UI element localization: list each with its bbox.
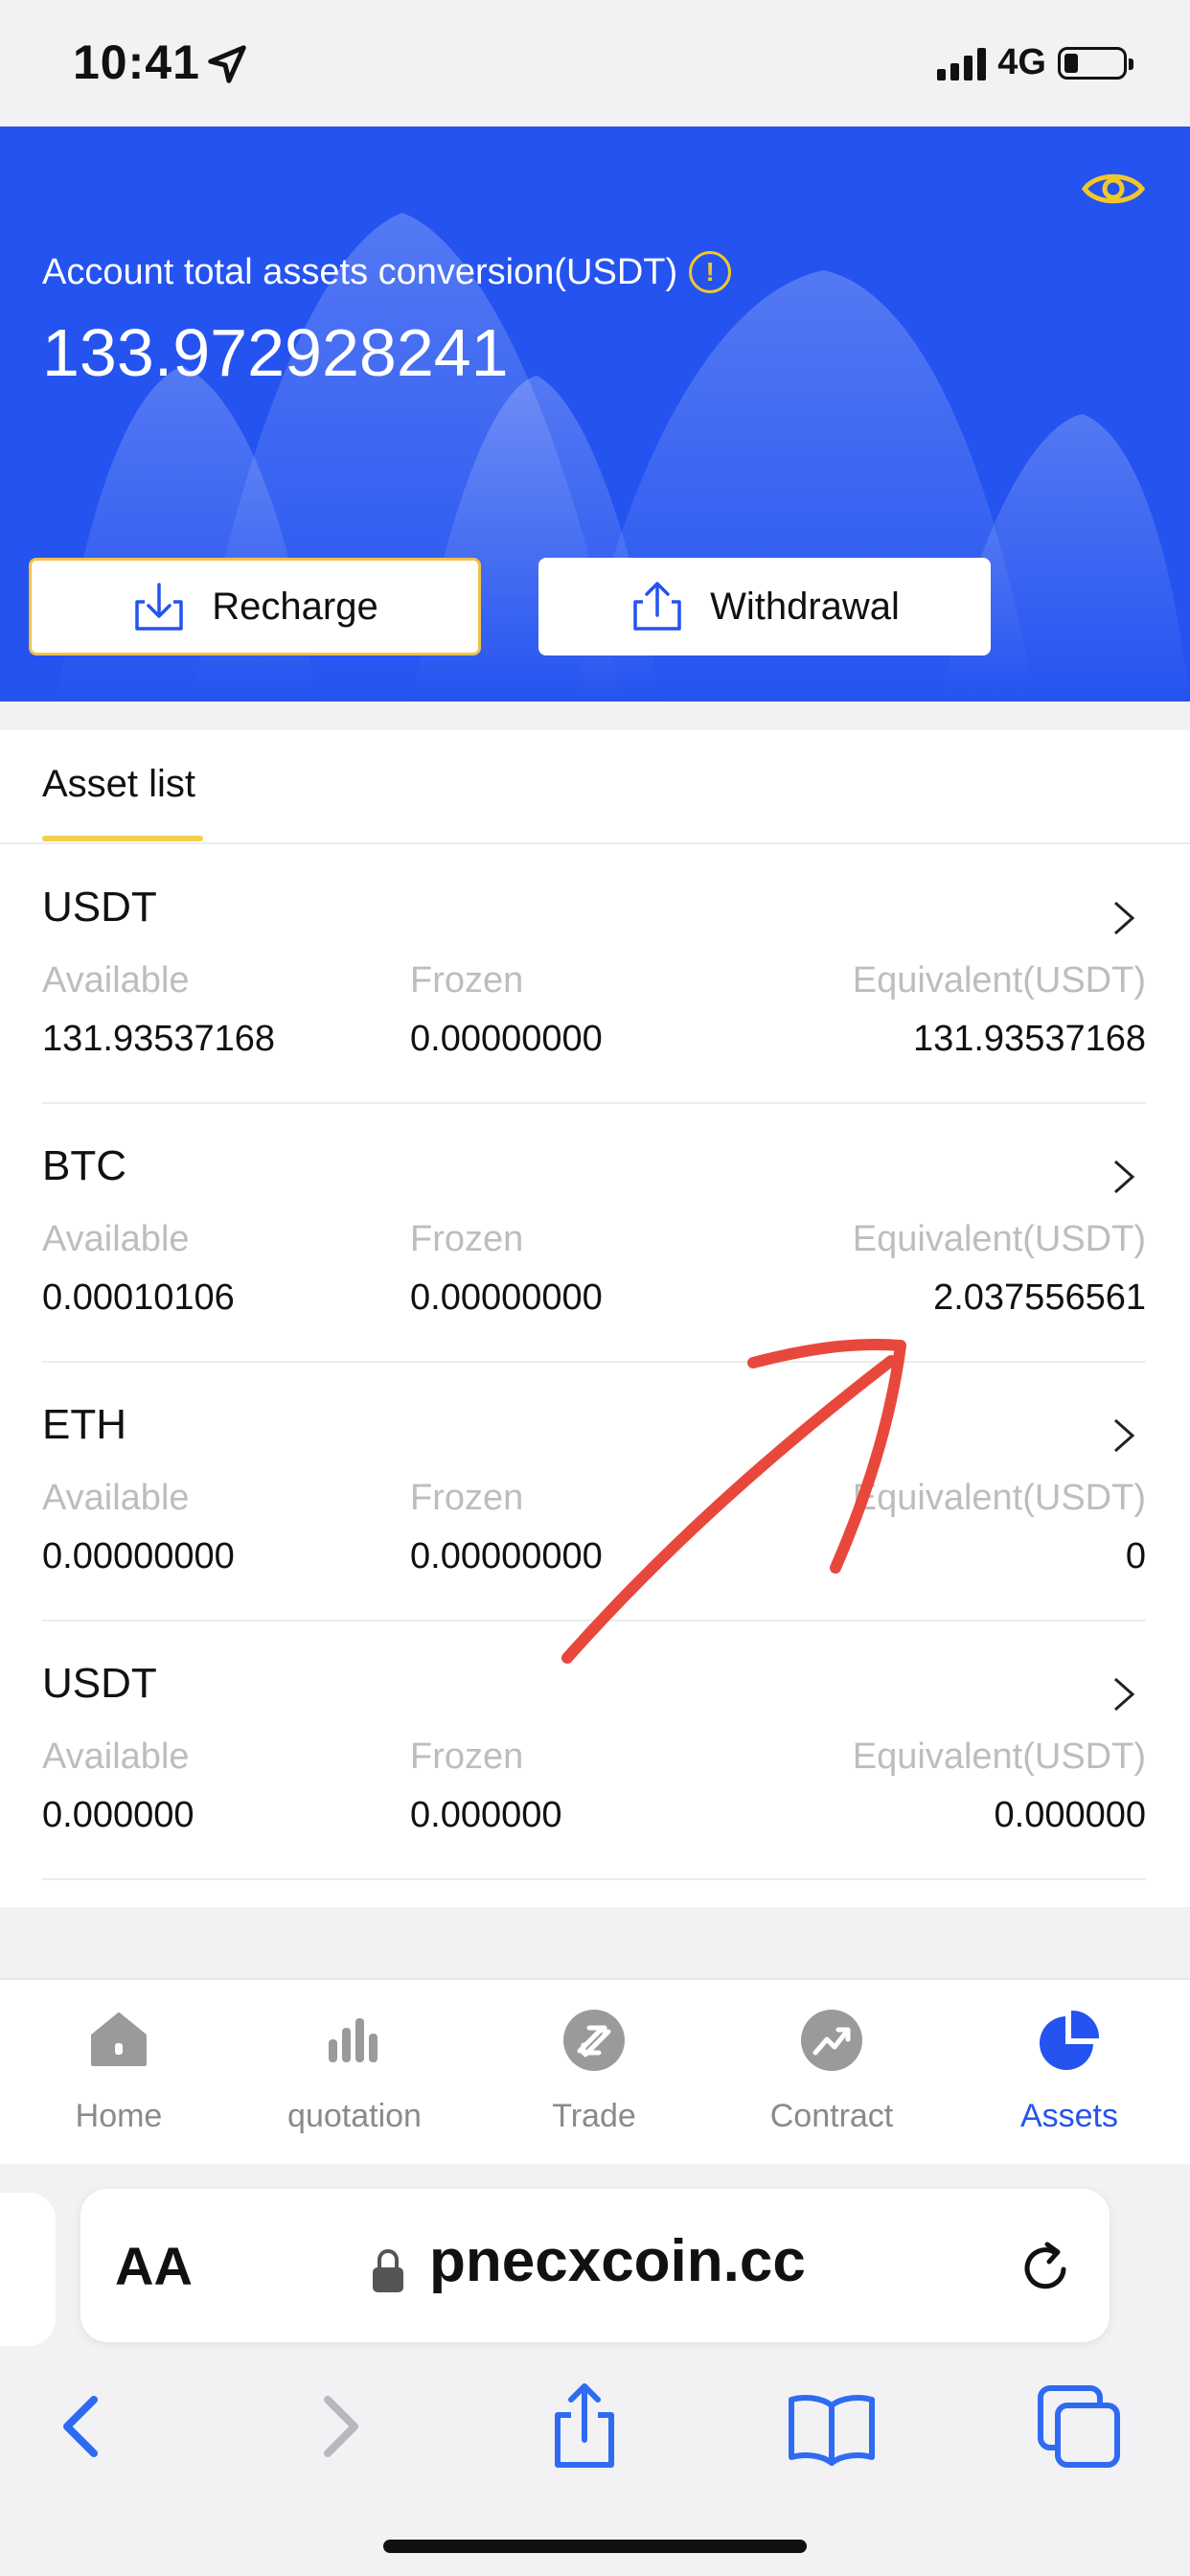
frozen-value: 0.00000000 (410, 1277, 603, 1318)
asset-name: ETH (42, 1401, 126, 1448)
tab-quotation[interactable]: quotation (259, 2007, 450, 2135)
chevron-right-icon (1114, 1160, 1135, 1194)
available-label: Available (42, 960, 190, 1000)
forward-icon[interactable] (293, 2380, 385, 2472)
status-bar: 10:41 4G (0, 0, 1190, 126)
tab-contract-label: Contract (769, 2098, 894, 2134)
tab-trade-label: Trade (552, 2098, 636, 2134)
equivalent-value: 131.93537168 (912, 1019, 1146, 1059)
contract-icon (801, 2010, 862, 2071)
available-label: Available (42, 1219, 190, 1259)
assets-header: Account total assets conversion(USDT) ! … (0, 126, 1190, 702)
pie-chart-icon (1040, 2010, 1100, 2070)
network-type: 4G (997, 42, 1046, 82)
browser-chrome: AA pnecxcoin.cc (0, 2164, 1190, 2576)
available-value: 131.93537168 (42, 1019, 276, 1059)
withdrawal-button[interactable]: Withdrawal (538, 558, 991, 656)
chevron-right-icon (1114, 1418, 1135, 1453)
asset-name: USDT (42, 1660, 157, 1707)
chevron-right-icon (1114, 1677, 1135, 1712)
recharge-button[interactable]: Recharge (29, 558, 481, 656)
equivalent-label: Equivalent(USDT) (852, 960, 1146, 1000)
asset-row-usdt[interactable]: USDT Available 131.93537168 Frozen 0.00000… (42, 845, 1146, 1104)
available-value: 0.00010106 (42, 1277, 235, 1318)
equivalent-label: Equivalent(USDT) (852, 1219, 1146, 1259)
row-divider (42, 1878, 1146, 1880)
recharge-label: Recharge (212, 585, 378, 628)
status-time: 10:41 (73, 35, 200, 89)
frozen-label: Frozen (410, 1219, 524, 1259)
bookmarks-icon[interactable] (786, 2380, 878, 2472)
previous-tab-edge[interactable] (0, 2193, 56, 2346)
asset-list-section: Asset list USDT Available 131.93537168 Fr… (0, 730, 1190, 1907)
eye-icon[interactable] (1081, 165, 1146, 213)
tab-active-indicator (42, 836, 203, 841)
address-bar[interactable]: AA pnecxcoin.cc (80, 2189, 1110, 2342)
battery-icon (1058, 46, 1133, 80)
location-arrow-icon (208, 45, 246, 83)
trade-icon (563, 2010, 625, 2071)
cellular-signal-icon (937, 46, 987, 80)
asset-row-usdt-2[interactable]: USDT Available 0.000000 Frozen 0.000000 Eq… (42, 1622, 1146, 1880)
tab-assets-label: Assets (1019, 2098, 1119, 2134)
back-icon[interactable] (36, 2380, 128, 2472)
frozen-value: 0.00000000 (410, 1536, 603, 1576)
available-label: Available (42, 1478, 190, 1518)
share-icon[interactable] (538, 2380, 630, 2472)
upload-icon (633, 582, 681, 631)
equivalent-value: 0 (1125, 1536, 1146, 1576)
download-icon (135, 583, 184, 631)
equivalent-value: 0.000000 (994, 1795, 1147, 1835)
tab-home-label: Home (75, 2098, 163, 2134)
bar-chart-icon (329, 2018, 378, 2062)
info-icon[interactable]: ! (689, 251, 732, 293)
asset-row-btc[interactable]: BTC Available 0.00010106 Frozen 0.00000000… (42, 1104, 1146, 1363)
tab-trade[interactable]: Trade (498, 2007, 690, 2135)
equivalent-label: Equivalent(USDT) (852, 1478, 1146, 1518)
tab-contract[interactable]: Contract (736, 2007, 927, 2135)
divider (0, 842, 1190, 844)
tab-quotation-label: quotation (287, 2098, 422, 2134)
available-value: 0.000000 (42, 1795, 195, 1835)
available-label: Available (42, 1736, 190, 1777)
asset-row-eth[interactable]: ETH Available 0.00000000 Frozen 0.00000000… (42, 1363, 1146, 1622)
frozen-value: 0.000000 (410, 1795, 562, 1835)
equivalent-value: 2.037556561 (933, 1277, 1146, 1318)
asset-name: USDT (42, 884, 157, 931)
tab-assets[interactable]: Assets (973, 2007, 1165, 2135)
total-assets-label: Account total assets conversion(USDT) ! (42, 251, 732, 293)
tabs-icon[interactable] (1033, 2380, 1125, 2472)
home-icon (91, 2012, 147, 2066)
status-indicators: 4G (937, 42, 1133, 83)
available-value: 0.00000000 (42, 1536, 235, 1576)
tab-home[interactable]: Home (23, 2007, 215, 2135)
frozen-label: Frozen (410, 1736, 524, 1777)
total-assets-label-text: Account total assets conversion(USDT) (42, 251, 678, 292)
bottom-tab-bar: Home quotation Trade Contract Assets (0, 1978, 1190, 2166)
reload-icon[interactable] (1016, 2237, 1077, 2298)
browser-toolbar (0, 2371, 1190, 2486)
frozen-label: Frozen (410, 960, 524, 1000)
reader-settings-button[interactable]: AA (115, 2235, 193, 2297)
equivalent-label: Equivalent(USDT) (852, 1736, 1146, 1777)
url-domain: pnecxcoin.cc (429, 2228, 806, 2294)
home-indicator (383, 2540, 807, 2553)
lock-icon (373, 2249, 403, 2292)
tab-asset-list[interactable]: Asset list (42, 763, 195, 806)
chevron-right-icon (1114, 901, 1135, 935)
frozen-label: Frozen (410, 1478, 524, 1518)
asset-name: BTC (42, 1142, 126, 1189)
total-assets-value: 133.972928241 (42, 315, 509, 390)
frozen-value: 0.00000000 (410, 1019, 603, 1059)
withdrawal-label: Withdrawal (710, 585, 900, 628)
